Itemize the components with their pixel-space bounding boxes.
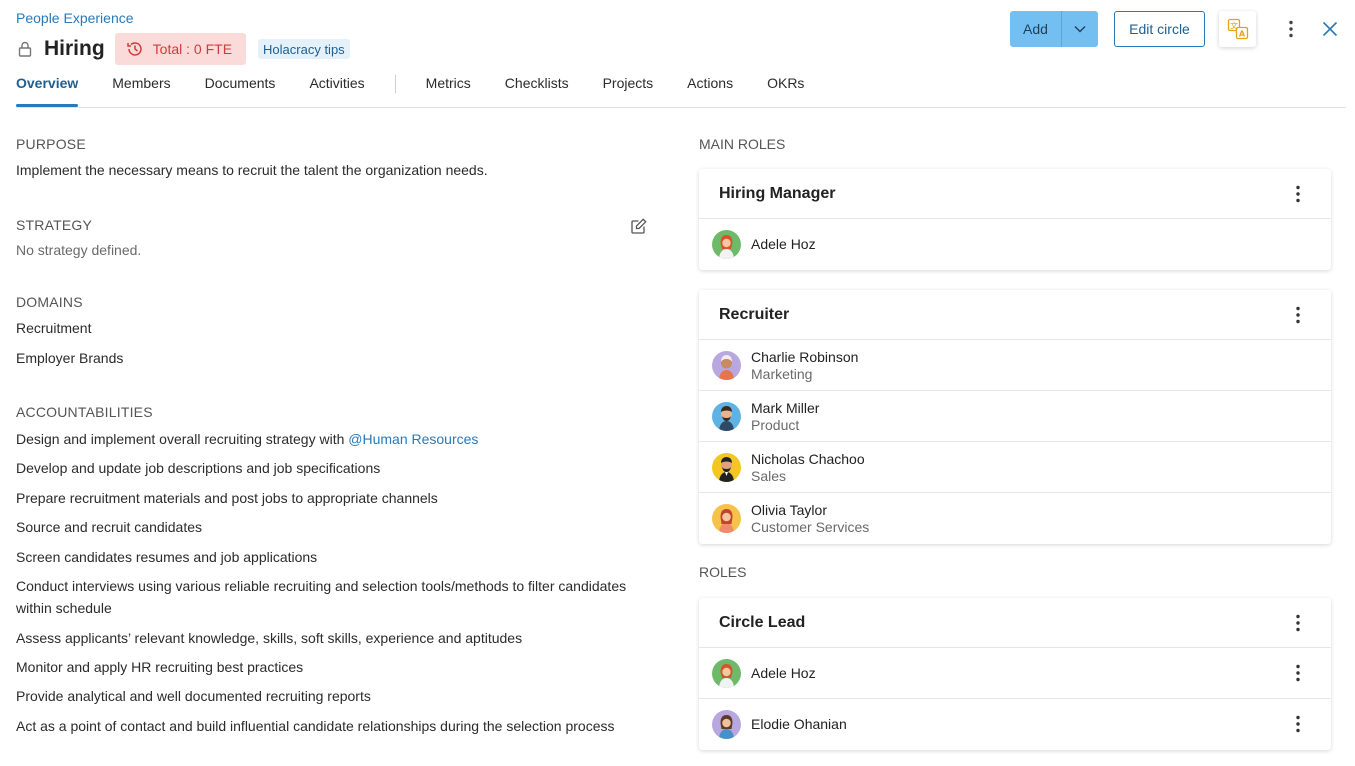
member-name: Adele Hoz (751, 236, 816, 252)
tab-projects[interactable]: Projects (603, 73, 654, 107)
chevron-down-icon (1074, 26, 1086, 33)
accountability-item: Act as a point of contact and build infl… (16, 718, 615, 734)
avatar (712, 230, 741, 259)
member-info: Mark Miller Product (751, 400, 819, 433)
tab-documents[interactable]: Documents (205, 73, 276, 107)
accountability-item: Source and recruit candidates (16, 519, 202, 535)
svg-text:A: A (1238, 30, 1245, 39)
member-info: Adele Hoz (751, 665, 816, 682)
role-card-recruiter: Recruiter Charlie Robinson Marketing Mar… (699, 290, 1331, 544)
avatar (712, 658, 741, 688)
avatar (712, 401, 741, 431)
accountabilities-label: ACCOUNTABILITIES (16, 404, 153, 420)
tab-overview[interactable]: Overview (16, 73, 79, 107)
member-info: Olivia Taylor Customer Services (751, 502, 869, 535)
more-options-icon[interactable] (1281, 17, 1301, 41)
accountability-text: Design and implement overall recruiting … (16, 431, 349, 447)
member-name: Charlie Robinson (751, 348, 859, 365)
role-options-icon[interactable] (1291, 611, 1305, 635)
role-card-circle-lead: Circle Lead Adele Hoz Elodie Ohanian (699, 598, 1331, 750)
avatar (712, 710, 741, 739)
member-row[interactable]: Olivia Taylor Customer Services (699, 493, 1331, 544)
accountability-item: Provide analytical and well documented r… (16, 688, 371, 704)
role-card-header[interactable]: Hiring Manager (699, 169, 1331, 219)
edit-strategy-icon[interactable] (630, 217, 650, 237)
member-name: Mark Miller (751, 399, 820, 416)
member-row[interactable]: Nicholas Chachoo Sales (699, 442, 1331, 493)
strategy-label: STRATEGY (16, 217, 93, 233)
role-title: Hiring Manager (719, 184, 836, 202)
member-team: Sales (751, 467, 787, 484)
mention-link[interactable]: @Human Resources (348, 431, 478, 447)
role-title: Circle Lead (719, 613, 806, 631)
member-options-icon[interactable] (1291, 712, 1305, 736)
header-actions: Add Edit circle 文 A (0, 11, 1355, 47)
translate-button[interactable]: 文 A (1219, 11, 1256, 47)
role-card-header[interactable]: Circle Lead (699, 598, 1331, 648)
member-info: Charlie Robinson Marketing (751, 349, 858, 382)
accountability-item: Monitor and apply HR recruiting best pra… (16, 659, 304, 675)
tab-members[interactable]: Members (112, 73, 170, 107)
member-team: Marketing (751, 365, 813, 382)
member-name: Nicholas Chachoo (751, 450, 865, 467)
member-name: Elodie Ohanian (751, 716, 847, 732)
member-row[interactable]: Mark Miller Product (699, 391, 1331, 442)
domain-item: Recruitment (16, 320, 92, 336)
role-card-hiring-manager: Hiring Manager Adele Hoz (699, 169, 1331, 270)
accountability-item: Develop and update job descriptions and … (16, 460, 381, 476)
tab-divider (394, 75, 396, 93)
role-card-header[interactable]: Recruiter (699, 290, 1331, 340)
tab-okrs[interactable]: OKRs (767, 73, 804, 107)
member-info: Adele Hoz (751, 236, 816, 253)
svg-text:文: 文 (1230, 21, 1238, 31)
role-options-icon[interactable] (1291, 303, 1305, 327)
member-info: Elodie Ohanian (751, 716, 847, 733)
accountability-item: Prepare recruitment materials and post j… (16, 490, 438, 506)
member-row[interactable]: Charlie Robinson Marketing (699, 340, 1331, 391)
purpose-text: Implement the necessary means to recruit… (16, 162, 488, 178)
add-button[interactable]: Add (1010, 11, 1062, 47)
tab-checklists[interactable]: Checklists (505, 73, 569, 107)
avatar (712, 452, 741, 482)
member-row[interactable]: Adele Hoz (699, 648, 1331, 699)
tab-activities[interactable]: Activities (309, 73, 364, 107)
tab-metrics[interactable]: Metrics (426, 73, 471, 107)
tab-actions[interactable]: Actions (687, 73, 733, 107)
member-name: Olivia Taylor (751, 502, 827, 518)
add-button-group: Add (1010, 11, 1098, 47)
main-roles-label: MAIN ROLES (699, 136, 786, 152)
accountability-item: Design and implement overall recruiting … (16, 428, 478, 450)
domain-item: Employer Brands (16, 350, 124, 366)
purpose-label: PURPOSE (16, 136, 86, 152)
member-row[interactable]: Adele Hoz (699, 219, 1331, 270)
edit-circle-button[interactable]: Edit circle (1114, 11, 1205, 47)
add-dropdown-button[interactable] (1062, 11, 1098, 47)
translate-icon: 文 A (1227, 18, 1248, 40)
member-name: Adele Hoz (751, 664, 816, 681)
member-row[interactable]: Elodie Ohanian (699, 699, 1331, 750)
accountability-item: Assess applicants’ relevant knowledge, s… (16, 630, 523, 646)
member-team: Customer Services (751, 519, 870, 535)
roles-label: ROLES (699, 564, 747, 580)
accountability-item: Conduct interviews using various reliabl… (16, 578, 627, 616)
role-title: Recruiter (719, 305, 790, 323)
member-info: Nicholas Chachoo Sales (751, 451, 865, 484)
avatar (712, 504, 741, 533)
role-options-icon[interactable] (1291, 182, 1305, 206)
strategy-text: No strategy defined. (16, 242, 142, 258)
close-icon[interactable] (1319, 17, 1341, 41)
member-team: Product (751, 416, 800, 433)
accountability-item: Screen candidates resumes and job applic… (16, 549, 318, 565)
member-options-icon[interactable] (1291, 661, 1305, 685)
domains-label: DOMAINS (16, 294, 83, 310)
avatar (712, 350, 741, 380)
tab-bar: Overview Members Documents Activities Me… (16, 73, 1346, 108)
